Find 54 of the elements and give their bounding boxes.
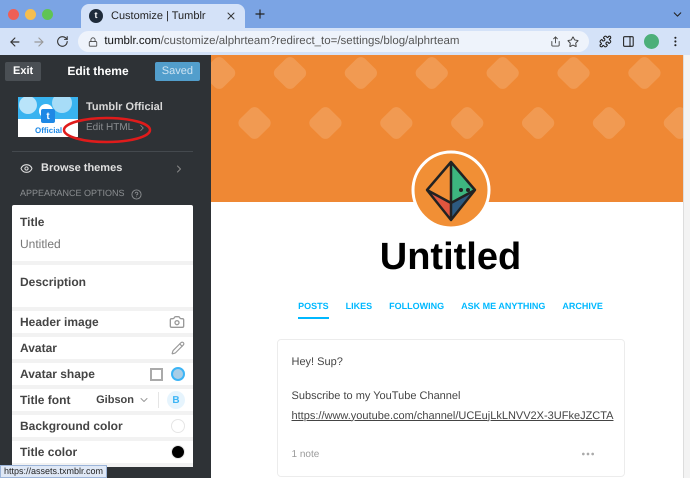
url-text: tumblr.com/customize/alphrteam?redirect_to=/settings/blog/alphrteam: [104, 34, 460, 49]
side-panel-icon[interactable]: [622, 35, 634, 48]
circle-shape-option[interactable]: [171, 367, 185, 381]
color-swatch[interactable]: [171, 419, 185, 433]
help-icon[interactable]: [130, 188, 142, 200]
option-label: Avatar shape: [20, 366, 95, 383]
sidebar-title: Edit theme: [67, 63, 129, 80]
browse-themes-row[interactable]: Browse themes: [0, 153, 205, 184]
post-text: Hey! Sup?: [292, 354, 344, 370]
blog-title: Untitled: [380, 238, 522, 276]
option-label: Header image: [20, 314, 99, 331]
pencil-icon[interactable]: [171, 341, 185, 355]
theme-name: Tumblr Official: [86, 100, 163, 115]
nav-tab[interactable]: ASK ME ANYTHING: [461, 300, 546, 318]
nav-tab[interactable]: FOLLOWING: [389, 300, 444, 318]
thumbnail-label: Official: [35, 125, 62, 137]
title-field[interactable]: Untitled: [20, 235, 185, 253]
close-tab-icon[interactable]: [225, 10, 237, 22]
theme-logo: t: [41, 109, 55, 123]
new-tab-icon[interactable]: [253, 7, 267, 21]
tumblr-favicon: t: [89, 9, 103, 23]
notes-count: 1 note: [292, 448, 320, 462]
nav-tab[interactable]: LIKES: [346, 300, 372, 318]
camera-icon[interactable]: [169, 314, 185, 330]
option-label: Background color: [20, 418, 123, 435]
edit-html-link[interactable]: Edit HTML: [86, 120, 163, 136]
option-label: Avatar: [20, 340, 57, 357]
theme-thumbnail[interactable]: t Official: [18, 97, 78, 137]
address-bar[interactable]: tumblr.com/customize/alphrteam?redirect_to=/settings/blog/alphrteam: [78, 31, 589, 52]
browser-tab[interactable]: t Customize | Tumblr: [81, 4, 245, 28]
option-label: Title color: [20, 444, 78, 461]
reload-icon[interactable]: [56, 35, 68, 48]
extensions-icon[interactable]: [598, 35, 612, 48]
eye-icon: [20, 162, 33, 175]
section-heading: APPEARANCE OPTIONS: [20, 187, 125, 200]
square-shape-option[interactable]: [150, 368, 163, 380]
back-icon[interactable]: [8, 34, 22, 48]
bold-toggle[interactable]: B: [167, 391, 185, 409]
font-dropdown[interactable]: Gibson: [96, 392, 150, 408]
nav-tab[interactable]: POSTS: [298, 300, 329, 318]
nav-tab[interactable]: ARCHIVE: [562, 300, 603, 318]
saved-button[interactable]: Saved: [154, 62, 200, 80]
option-label: Description: [20, 274, 88, 291]
tab-title: Customize | Tumblr: [111, 8, 207, 24]
post-text: Subscribe to my YouTube Channel: [292, 389, 462, 404]
option-label: Title: [20, 214, 46, 231]
share-icon[interactable]: [550, 36, 561, 47]
forward-icon[interactable]: [32, 34, 46, 48]
option-label: Title font: [20, 392, 70, 409]
color-swatch[interactable]: [171, 445, 185, 459]
bookmark-star-icon[interactable]: [566, 36, 579, 48]
exit-button[interactable]: Exit: [5, 62, 42, 80]
lock-icon: [88, 36, 98, 46]
status-url: https://assets.txmblr.com: [0, 465, 108, 478]
